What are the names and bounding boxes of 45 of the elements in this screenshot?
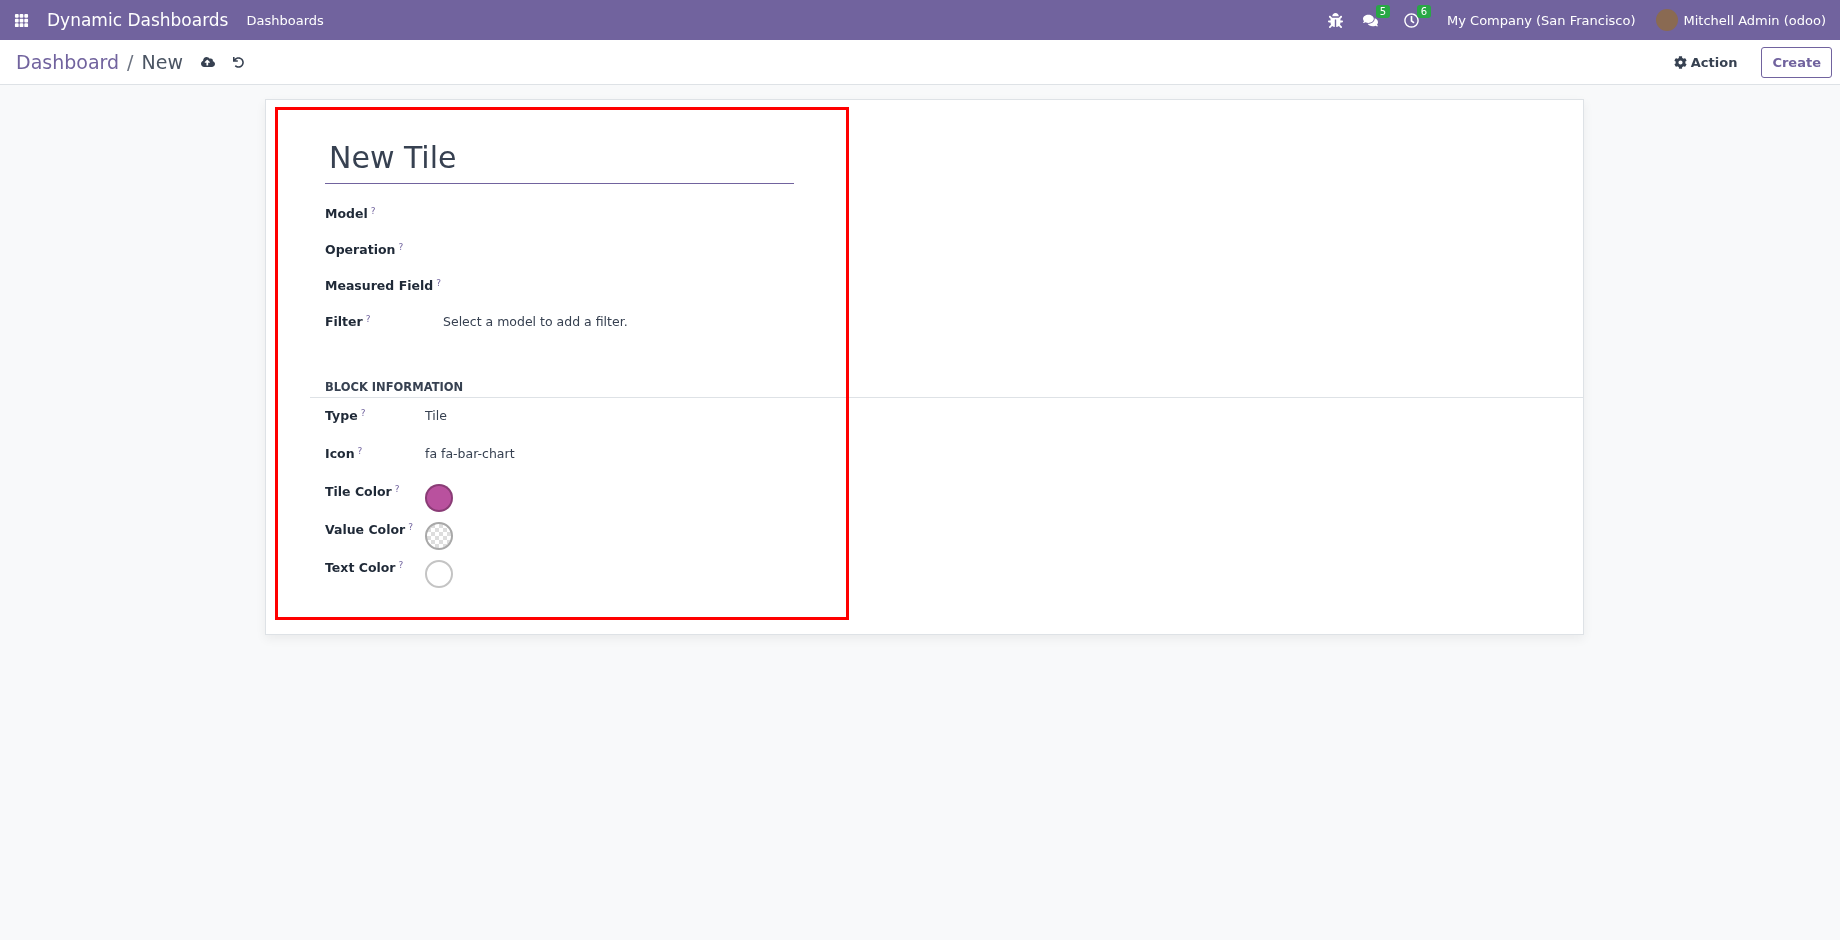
field-label: Value Color (325, 522, 406, 537)
activity-count-badge: 6 (1416, 4, 1432, 18)
message-count-badge: 5 (1375, 4, 1391, 18)
field-label: Operation (325, 242, 396, 257)
user-menu[interactable]: Mitchell Admin (odoo) (1683, 12, 1826, 28)
company-switcher[interactable]: My Company (San Francisco) (1447, 12, 1636, 28)
field-label: Text Color (325, 560, 396, 575)
app-name[interactable]: Dynamic Dashboards (47, 10, 229, 30)
chat-icon[interactable] (1363, 12, 1379, 28)
field-label: Filter (325, 314, 363, 329)
empty-color-swatch[interactable] (425, 522, 453, 550)
field-label: Type (325, 408, 358, 423)
breadcrumb-separator: / (127, 51, 134, 73)
field-value[interactable]: fa fa-bar-chart (425, 446, 515, 461)
field-label: Tile Color (325, 484, 392, 499)
cloud-upload-icon[interactable] (200, 55, 215, 69)
breadcrumb-current: New (141, 51, 183, 73)
field-label: Icon (325, 446, 355, 461)
help-mark[interactable]: ? (357, 446, 363, 456)
avatar (1655, 9, 1678, 31)
field-label: Model (325, 206, 368, 221)
menu-item[interactable]: Dashboards (246, 12, 324, 28)
breadcrumb-link[interactable]: Dashboard (16, 51, 120, 73)
help-mark[interactable]: ? (398, 242, 404, 252)
apps-grid-icon[interactable] (14, 12, 29, 28)
settings-icon (1673, 55, 1687, 69)
title-field[interactable]: New Tile (325, 122, 794, 184)
bug-icon[interactable] (1328, 12, 1344, 28)
field-value[interactable]: Select a model to add a filter. (443, 314, 628, 329)
color-swatch[interactable] (425, 560, 453, 588)
help-mark[interactable]: ? (394, 484, 400, 494)
undo-icon[interactable] (232, 56, 244, 68)
help-mark[interactable]: ? (370, 206, 376, 216)
help-mark[interactable]: ? (398, 560, 404, 570)
help-mark[interactable]: ? (408, 522, 414, 532)
help-mark[interactable]: ? (360, 408, 366, 418)
action-button[interactable]: Action (1667, 53, 1744, 71)
field-label: Measured Field (325, 278, 434, 293)
field-value[interactable]: Tile (425, 408, 447, 423)
help-mark[interactable]: ? (436, 278, 441, 288)
clock-icon[interactable] (1404, 12, 1420, 28)
create-button[interactable]: Create (1761, 46, 1832, 78)
color-swatch[interactable] (425, 484, 453, 512)
section-title: BLOCK INFORMATION (310, 380, 1583, 398)
help-mark[interactable]: ? (365, 314, 371, 324)
